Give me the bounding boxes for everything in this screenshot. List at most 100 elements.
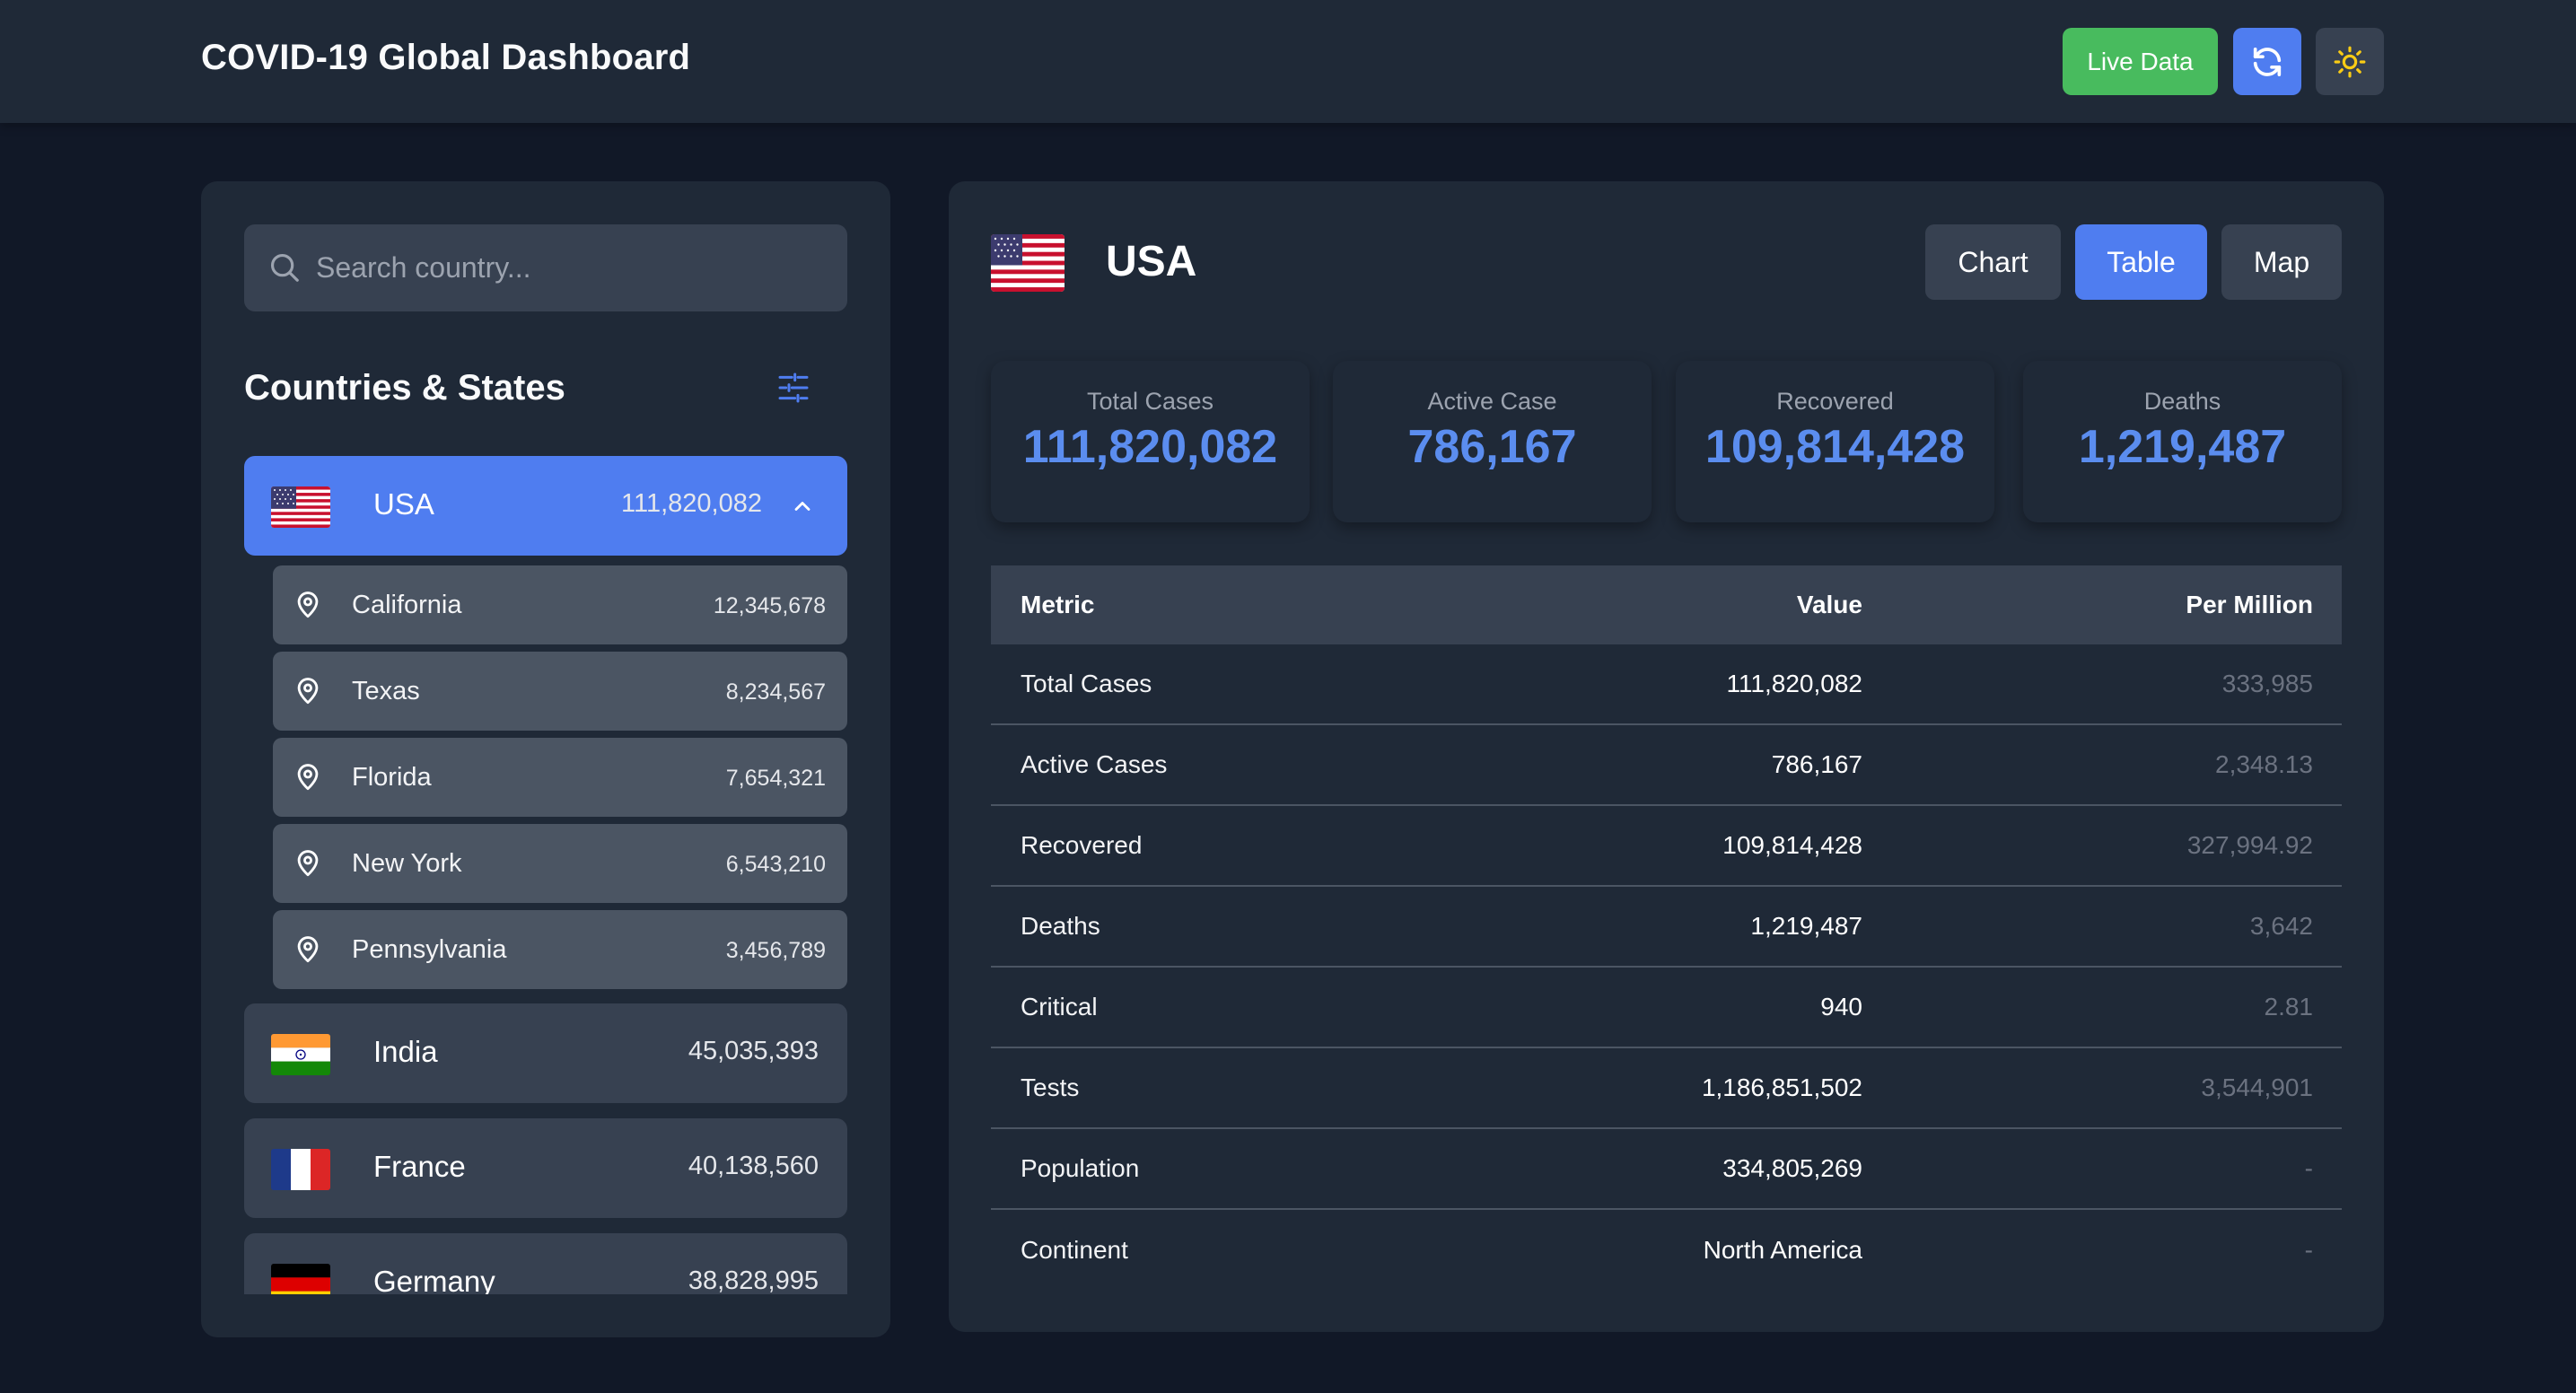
country-list: USA 111,820,082 California 12,345,678 Te… — [244, 456, 847, 1294]
state-row-new-york[interactable]: New York 6,543,210 — [273, 824, 847, 903]
cell-per-million: 327,994.92 — [2186, 831, 2313, 859]
cell-metric: Population — [1021, 1154, 1140, 1182]
country-count: 45,035,393 — [688, 1037, 819, 1065]
cell-value: 940 — [1820, 993, 1862, 1021]
stat-label: Deaths — [2143, 388, 2221, 415]
state-count: 6,543,210 — [725, 852, 826, 877]
cell-value: 111,820,082 — [1726, 670, 1862, 697]
us-flag-icon — [991, 234, 1065, 292]
state-name: Pennsylvania — [352, 935, 507, 964]
cell-metric: Active Cases — [1021, 750, 1168, 778]
country-count: 40,138,560 — [688, 1152, 819, 1180]
cell-value: 1,186,851,502 — [1701, 1073, 1862, 1101]
cell-metric: Deaths — [1021, 912, 1100, 940]
stat-label: Recovered — [1776, 388, 1894, 415]
country-count: 38,828,995 — [688, 1266, 819, 1294]
cell-value: 109,814,428 — [1722, 831, 1862, 859]
country-name: Germany — [373, 1265, 495, 1294]
stat-card-active-cases: Active Case 786,167 — [1333, 361, 1652, 522]
map-view-button[interactable]: Map — [2221, 224, 2342, 300]
location-pin-icon — [297, 850, 319, 877]
state-row-pennsylvania[interactable]: Pennsylvania 3,456,789 — [273, 910, 847, 989]
filter-icon[interactable] — [775, 370, 811, 406]
cell-per-million: 333,985 — [2221, 670, 2313, 697]
search-input[interactable] — [316, 224, 837, 311]
stat-value: 1,219,487 — [2078, 421, 2287, 473]
table-header: Metric Value Per Million — [991, 565, 2342, 644]
cell-per-million: 3,642 — [2249, 912, 2313, 940]
sun-icon — [2334, 46, 2366, 77]
section-title: Countries & States — [244, 368, 565, 407]
state-name: Texas — [352, 677, 420, 705]
chevron-up-icon[interactable] — [790, 494, 815, 519]
selected-country-name: USA — [1106, 238, 1197, 285]
location-pin-icon — [297, 591, 319, 618]
refresh-icon — [2253, 47, 2282, 76]
cell-metric: Recovered — [1021, 831, 1143, 859]
location-pin-icon — [297, 936, 319, 963]
stat-value: 786,167 — [1407, 421, 1577, 473]
table-row: Population 334,805,269 - — [991, 1129, 2342, 1210]
app-title: COVID-19 Global Dashboard — [201, 38, 691, 77]
state-name: California — [352, 591, 462, 619]
state-row-california[interactable]: California 12,345,678 — [273, 565, 847, 644]
country-row-usa[interactable]: USA 111,820,082 — [244, 456, 847, 556]
country-count: 111,820,082 — [621, 489, 762, 518]
cell-metric: Critical — [1021, 993, 1098, 1021]
table-row: Recovered 109,814,428 327,994.92 — [991, 806, 2342, 887]
table-row: Critical 940 2.81 — [991, 968, 2342, 1048]
cell-value: 786,167 — [1771, 750, 1862, 778]
countries-panel: Countries & States — [201, 181, 890, 1337]
cell-per-million: 3,544,901 — [2201, 1073, 2313, 1101]
cell-metric: Tests — [1021, 1073, 1080, 1101]
table-view-button[interactable]: Table — [2075, 224, 2207, 300]
location-pin-icon — [297, 678, 319, 705]
theme-toggle-button[interactable] — [2316, 28, 2384, 95]
stat-card-deaths: Deaths 1,219,487 — [2023, 361, 2342, 522]
cell-value: 1,219,487 — [1750, 912, 1862, 940]
stat-label: Active Case — [1427, 388, 1557, 415]
state-count: 12,345,678 — [713, 593, 826, 618]
stat-label: Total Cases — [1086, 388, 1214, 415]
metrics-table: Metric Value Per Million Total Cases 111… — [991, 565, 2342, 1291]
stat-value: 109,814,428 — [1704, 421, 1966, 473]
state-count: 3,456,789 — [725, 938, 826, 963]
us-flag-icon — [271, 486, 330, 528]
stat-value: 111,820,082 — [1022, 421, 1278, 473]
country-name: France — [373, 1150, 466, 1183]
cell-per-million: - — [2304, 1236, 2313, 1264]
table-row: Active Cases 786,167 2,348.13 — [991, 725, 2342, 806]
india-flag-icon — [271, 1034, 330, 1075]
state-name: New York — [352, 849, 462, 878]
country-row-france[interactable]: France 40,138,560 — [244, 1118, 847, 1218]
cell-value: North America — [1703, 1236, 1862, 1264]
column-header-metric: Metric — [1021, 591, 1095, 618]
state-row-florida[interactable]: Florida 7,654,321 — [273, 738, 847, 817]
column-header-value: Value — [1796, 591, 1862, 618]
column-header-per-million: Per Million — [2186, 591, 2313, 618]
search-icon — [270, 253, 299, 282]
state-count: 8,234,567 — [725, 679, 826, 705]
table-row: Total Cases 111,820,082 333,985 — [991, 644, 2342, 725]
table-row: Deaths 1,219,487 3,642 — [991, 887, 2342, 968]
table-row: Tests 1,186,851,502 3,544,901 — [991, 1048, 2342, 1129]
cell-metric: Continent — [1021, 1236, 1128, 1264]
country-name: India — [373, 1035, 438, 1068]
stat-card-recovered: Recovered 109,814,428 — [1676, 361, 1994, 522]
refresh-button[interactable] — [2233, 28, 2301, 95]
stat-card-total-cases: Total Cases 111,820,082 — [991, 361, 1310, 522]
cell-metric: Total Cases — [1021, 670, 1152, 697]
country-row-germany[interactable]: Germany 38,828,995 — [244, 1233, 847, 1294]
germany-flag-icon — [271, 1264, 330, 1294]
table-row: Continent North America - — [991, 1210, 2342, 1291]
country-row-india[interactable]: India 45,035,393 — [244, 1003, 847, 1103]
state-row-texas[interactable]: Texas 8,234,567 — [273, 652, 847, 731]
state-name: Florida — [352, 763, 432, 792]
top-bar: COVID-19 Global Dashboard Live Data — [0, 0, 2576, 123]
france-flag-icon — [271, 1149, 330, 1190]
cell-per-million: - — [2304, 1154, 2313, 1182]
chart-view-button[interactable]: Chart — [1925, 224, 2061, 300]
search-box[interactable] — [244, 224, 847, 311]
live-data-button[interactable]: Live Data — [2063, 28, 2218, 95]
location-pin-icon — [297, 764, 319, 791]
